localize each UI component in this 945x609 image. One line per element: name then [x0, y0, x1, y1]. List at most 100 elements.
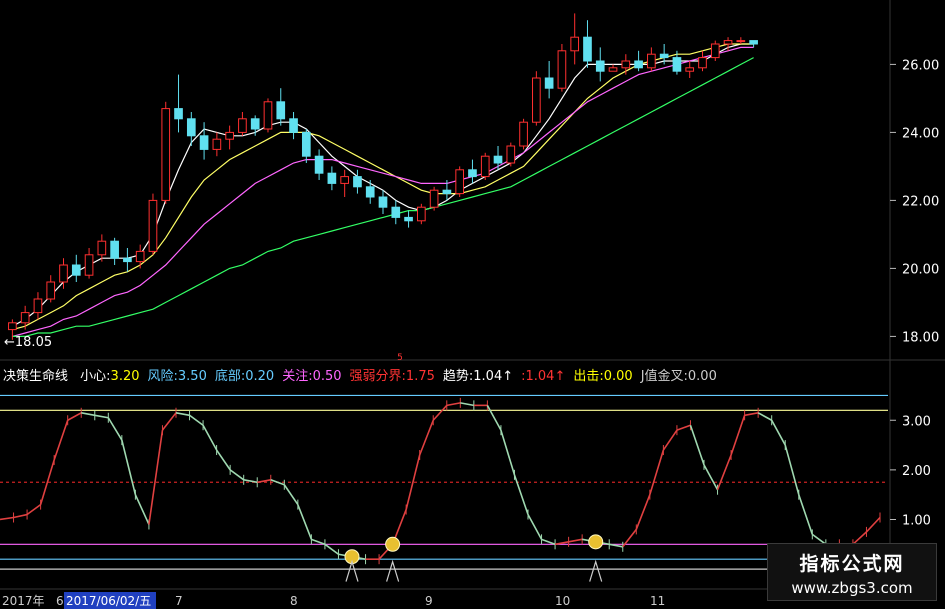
candle	[46, 275, 56, 303]
oscillator-series	[0, 397, 881, 565]
candle	[289, 112, 298, 140]
oscillator-axis: 1.00 2.00 3.00	[890, 414, 931, 528]
indicator-value: 1.75	[406, 369, 435, 384]
oscillator-segment	[148, 430, 164, 525]
candle	[468, 159, 477, 184]
watermark-url: www.zbgs3.com	[791, 579, 913, 597]
oscillator-segment	[486, 404, 502, 431]
candle	[749, 40, 758, 48]
candle	[506, 142, 516, 167]
watermark-title: 指标公式网	[799, 553, 905, 575]
candle	[161, 101, 171, 204]
candle	[378, 190, 388, 214]
indicator-value: 0.20	[245, 369, 274, 384]
indicator-label: 小心:	[80, 369, 110, 384]
candle	[583, 20, 592, 68]
candle	[544, 61, 554, 99]
oscillator-segment	[134, 494, 150, 525]
price-axis-label: 22.00	[902, 194, 939, 209]
stock-chart[interactable]: 18.00 20.00 22.00 24.00 26.00 ←18.05 5 决策生命线…	[0, 0, 945, 609]
oscillator-segment	[865, 516, 881, 533]
signal-markers	[344, 534, 604, 582]
oscillator-segment	[283, 484, 299, 506]
indicator-label: 强弱分界:	[350, 369, 406, 384]
candle	[199, 122, 209, 160]
candle	[212, 132, 222, 157]
oscillator-segment	[513, 474, 529, 515]
oscillator-segment	[460, 402, 474, 407]
oscillator-segment	[527, 514, 543, 540]
indicator-label: 底部:	[215, 368, 245, 384]
price-axis-label: 24.00	[902, 126, 939, 141]
oscillator-segment	[770, 419, 786, 446]
signal-arrow	[589, 559, 603, 582]
candle	[519, 118, 528, 150]
candle	[353, 169, 362, 194]
indicator-label: 风险:	[148, 369, 178, 384]
oscillator-segment	[716, 454, 732, 491]
oscillator-segment	[229, 469, 245, 481]
oscillator-segment	[432, 404, 448, 421]
price-axis: 18.00 20.00 22.00 24.00 26.00	[890, 58, 939, 345]
oscillator-segment	[324, 543, 339, 555]
candle	[174, 74, 183, 133]
oscillator-axis-label: 2.00	[902, 464, 931, 479]
time-axis-first-month: 6	[56, 594, 64, 608]
candle	[365, 180, 375, 204]
watermark: 指标公式网 www.zbgs3.com	[767, 543, 937, 601]
candle	[417, 203, 426, 225]
oscillator-segment	[744, 412, 759, 417]
candle	[148, 193, 158, 255]
indicator-value: 1.04↑	[473, 369, 513, 384]
time-axis-month: 11	[650, 594, 665, 608]
indicator-value: 3.20	[111, 369, 140, 384]
time-axis-month: 8	[290, 594, 298, 608]
oscillator-segment	[730, 415, 746, 456]
signal-arrow	[345, 559, 359, 582]
indicator-top-marker: 5	[397, 353, 403, 363]
oscillator-segment	[94, 414, 109, 419]
candle	[493, 146, 503, 170]
oscillator-axis-label: 3.00	[902, 414, 931, 429]
candle	[263, 98, 273, 133]
time-axis-month: 9	[425, 594, 433, 608]
oscillator-segment	[53, 419, 69, 461]
candle	[71, 254, 81, 282]
oscillator-axis-label: 1.00	[902, 513, 931, 528]
oscillator-segment	[757, 412, 773, 421]
time-axis-year: 2017年	[2, 594, 45, 608]
indicator-value: 0.50	[313, 369, 342, 384]
candle	[736, 37, 746, 44]
oscillator-segment	[649, 449, 665, 495]
oscillator-segment	[297, 504, 313, 540]
oscillator-segment	[161, 412, 177, 431]
candle	[84, 248, 94, 279]
time-axis: 2017年 6 2017/06/02/五 7 8 9 10 11	[2, 592, 665, 609]
oscillator-segment	[703, 464, 719, 491]
oscillator-segment	[689, 424, 705, 466]
oscillator-segment	[418, 419, 434, 456]
oscillator-segment	[500, 429, 516, 476]
time-axis-month: 7	[175, 594, 183, 608]
time-axis-month: 10	[555, 594, 570, 608]
price-axis-label: 18.00	[902, 330, 939, 345]
price-axis-label: 20.00	[902, 262, 939, 277]
oscillator-segment	[446, 402, 461, 407]
oscillator-segment	[635, 494, 651, 530]
ma-line-ma5	[12, 43, 754, 327]
reference-lines	[0, 394, 888, 570]
indicator-value: 3.50	[178, 369, 207, 384]
indicator-label: 趋势:	[443, 368, 473, 384]
candle	[110, 237, 119, 265]
oscillator-segment	[662, 429, 678, 451]
candle	[238, 112, 247, 136]
candle	[123, 248, 132, 272]
candle	[710, 40, 720, 61]
oscillator-segment	[121, 439, 137, 495]
candle	[608, 64, 618, 72]
candle	[135, 244, 145, 269]
ma-line-ma10	[12, 43, 754, 331]
candle	[340, 169, 349, 197]
selected-date-label: 2017/06/02/五	[66, 594, 151, 608]
candle	[429, 186, 439, 211]
